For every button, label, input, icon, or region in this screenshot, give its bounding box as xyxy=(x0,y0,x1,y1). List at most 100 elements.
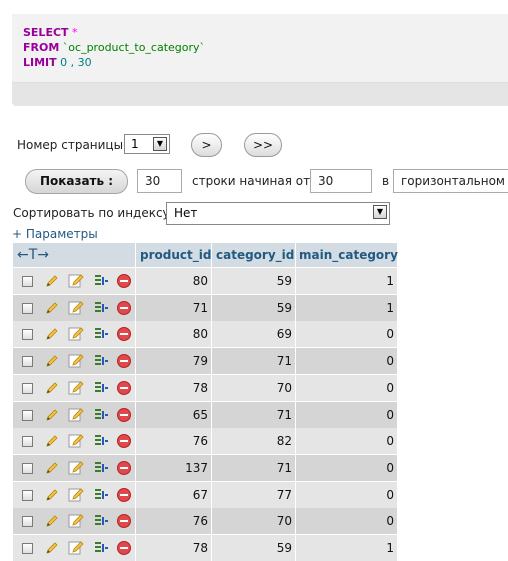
delete-icon[interactable] xyxy=(116,353,132,369)
sql-keyword-limit[interactable]: LIMIT xyxy=(23,56,57,69)
table-row[interactable]: 65 71 0 xyxy=(13,401,397,428)
pencil-icon[interactable] xyxy=(44,460,60,476)
copy-insert-icon[interactable] xyxy=(93,460,109,476)
cell-main-category[interactable]: 0 xyxy=(296,402,394,428)
table-row[interactable]: 137 71 0 xyxy=(13,454,397,481)
show-button[interactable]: Показать : xyxy=(25,169,128,194)
options-link[interactable]: + Параметры xyxy=(12,227,98,241)
pencil-icon[interactable] xyxy=(44,300,60,316)
delete-icon[interactable] xyxy=(116,513,132,529)
cell-product-id[interactable]: 76 xyxy=(136,508,208,534)
table-row[interactable]: 80 59 1 xyxy=(13,268,397,294)
page-number-select[interactable]: 1 ▼ xyxy=(124,134,170,154)
pencil-icon[interactable] xyxy=(44,326,60,342)
inline-edit-icon[interactable] xyxy=(68,513,84,529)
inline-edit-icon[interactable] xyxy=(68,380,84,396)
column-header-product-id[interactable]: product_id xyxy=(136,243,211,267)
inline-edit-icon[interactable] xyxy=(68,273,84,289)
sql-keyword-from[interactable]: FROM xyxy=(23,41,59,54)
row-checkbox[interactable] xyxy=(22,276,33,287)
cell-product-id[interactable]: 80 xyxy=(136,268,208,294)
cell-category-id[interactable]: 77 xyxy=(212,482,292,508)
cell-main-category[interactable]: 0 xyxy=(296,428,394,454)
copy-insert-icon[interactable] xyxy=(93,513,109,529)
cell-main-category[interactable]: 0 xyxy=(296,348,394,374)
cell-category-id[interactable]: 59 xyxy=(212,268,292,294)
next-page-button[interactable]: > xyxy=(191,133,222,157)
cell-product-id[interactable]: 76 xyxy=(136,428,208,454)
copy-insert-icon[interactable] xyxy=(93,540,109,556)
cell-category-id[interactable]: 59 xyxy=(212,295,292,321)
cell-main-category[interactable]: 1 xyxy=(296,268,394,294)
pencil-icon[interactable] xyxy=(44,433,60,449)
row-checkbox[interactable] xyxy=(22,382,33,394)
row-checkbox[interactable] xyxy=(22,543,33,554)
copy-insert-icon[interactable] xyxy=(93,300,109,316)
table-row[interactable]: 78 59 1 xyxy=(13,535,397,561)
column-header-category-id[interactable]: category_id xyxy=(212,243,295,267)
row-checkbox[interactable] xyxy=(22,329,33,341)
cell-category-id[interactable]: 59 xyxy=(212,535,292,561)
rows-count-input[interactable]: 30 xyxy=(137,169,182,193)
delete-icon[interactable] xyxy=(116,300,132,316)
start-row-input[interactable]: 30 xyxy=(310,169,372,193)
copy-insert-icon[interactable] xyxy=(93,326,109,342)
delete-icon[interactable] xyxy=(116,326,132,342)
delete-icon[interactable] xyxy=(116,273,132,289)
inline-edit-icon[interactable] xyxy=(68,300,84,316)
row-checkbox[interactable] xyxy=(22,489,33,501)
copy-insert-icon[interactable] xyxy=(93,433,109,449)
delete-icon[interactable] xyxy=(116,460,132,476)
inline-edit-icon[interactable] xyxy=(68,433,84,449)
cell-category-id[interactable]: 71 xyxy=(212,402,292,428)
cell-product-id[interactable]: 71 xyxy=(136,295,208,321)
cell-main-category[interactable]: 0 xyxy=(296,455,394,481)
column-header-main-category[interactable]: main_category xyxy=(296,243,398,267)
copy-insert-icon[interactable] xyxy=(93,487,109,503)
sort-by-index-select[interactable]: Нет ▼ xyxy=(166,202,390,225)
delete-icon[interactable] xyxy=(116,433,132,449)
pencil-icon[interactable] xyxy=(44,487,60,503)
cell-product-id[interactable]: 67 xyxy=(136,482,208,508)
cell-main-category[interactable]: 0 xyxy=(296,321,394,347)
row-checkbox[interactable] xyxy=(22,436,33,448)
cell-product-id[interactable]: 137 xyxy=(136,455,208,481)
table-row[interactable]: 79 71 0 xyxy=(13,348,397,375)
pencil-icon[interactable] xyxy=(44,353,60,369)
inline-edit-icon[interactable] xyxy=(68,487,84,503)
pencil-icon[interactable] xyxy=(44,513,60,529)
pencil-icon[interactable] xyxy=(44,380,60,396)
cell-product-id[interactable]: 79 xyxy=(136,348,208,374)
table-row[interactable]: 76 70 0 xyxy=(13,508,397,535)
cell-product-id[interactable]: 78 xyxy=(136,375,208,401)
copy-insert-icon[interactable] xyxy=(93,273,109,289)
row-checkbox[interactable] xyxy=(22,409,33,421)
pencil-icon[interactable] xyxy=(44,540,60,556)
chevron-down-icon[interactable]: ▼ xyxy=(153,137,167,151)
table-row[interactable]: 67 77 0 xyxy=(13,481,397,508)
display-mode-select[interactable]: горизонтальном xyxy=(393,169,508,193)
pencil-icon[interactable] xyxy=(44,273,60,289)
column-arrows[interactable]: ←T→ xyxy=(17,247,49,263)
cell-main-category[interactable]: 1 xyxy=(296,535,394,561)
cell-category-id[interactable]: 71 xyxy=(212,455,292,481)
cell-category-id[interactable]: 70 xyxy=(212,375,292,401)
row-checkbox[interactable] xyxy=(22,462,33,474)
cell-product-id[interactable]: 65 xyxy=(136,402,208,428)
sql-table-name[interactable]: `oc_product_to_category` xyxy=(63,41,205,54)
inline-edit-icon[interactable] xyxy=(68,353,84,369)
cell-main-category[interactable]: 0 xyxy=(296,508,394,534)
table-row[interactable]: 71 59 1 xyxy=(13,294,397,321)
cell-category-id[interactable]: 71 xyxy=(212,348,292,374)
row-checkbox[interactable] xyxy=(22,356,33,368)
inline-edit-icon[interactable] xyxy=(68,407,84,423)
row-checkbox[interactable] xyxy=(22,302,33,314)
cell-category-id[interactable]: 70 xyxy=(212,508,292,534)
cell-product-id[interactable]: 80 xyxy=(136,321,208,347)
cell-main-category[interactable]: 0 xyxy=(296,482,394,508)
cell-main-category[interactable]: 0 xyxy=(296,375,394,401)
column-arrows-header[interactable]: ←T→ xyxy=(13,243,135,267)
copy-insert-icon[interactable] xyxy=(93,353,109,369)
cell-product-id[interactable]: 78 xyxy=(136,535,208,561)
delete-icon[interactable] xyxy=(116,407,132,423)
